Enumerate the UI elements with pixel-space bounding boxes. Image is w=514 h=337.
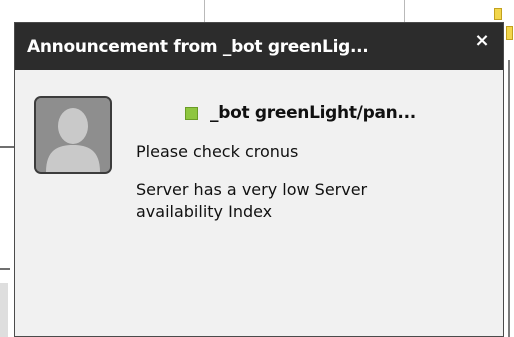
background-indicator (494, 8, 502, 20)
popup-titlebar: Announcement from _bot greenLig... × (15, 23, 503, 70)
online-status-icon (185, 107, 198, 120)
sender-name: _bot greenLight/pan... (210, 103, 416, 123)
announcement-message: Please check cronus Server has a very lo… (136, 141, 476, 223)
sender-avatar (34, 96, 112, 174)
message-line: Please check cronus (136, 142, 299, 161)
background-panel (0, 283, 8, 337)
popup-title: Announcement from _bot greenLig... (27, 37, 369, 57)
message-line: Server has a very low Server (136, 180, 368, 199)
message-line: availability Index (136, 202, 273, 221)
default-user-avatar-icon (36, 98, 110, 172)
background-divider (0, 146, 14, 148)
announcement-popup: Announcement from _bot greenLig... × _bo… (14, 22, 504, 337)
message-spacer (136, 163, 476, 179)
background-scrollbar (508, 60, 510, 337)
screen: Announcement from _bot greenLig... × _bo… (0, 0, 514, 337)
close-button[interactable]: × (471, 30, 493, 52)
close-icon[interactable]: × (474, 30, 489, 51)
background-divider (0, 268, 10, 270)
background-indicator (506, 26, 513, 40)
